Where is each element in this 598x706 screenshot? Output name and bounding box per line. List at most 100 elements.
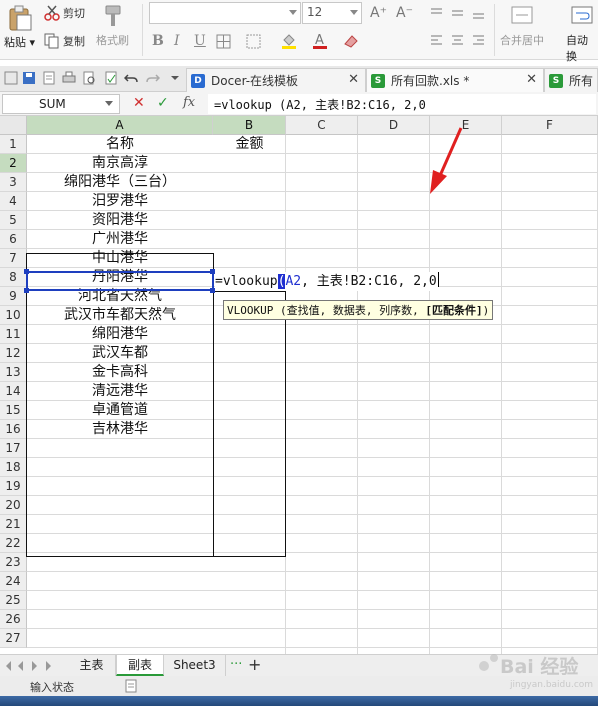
row-header[interactable]: 20 [0, 496, 27, 515]
sheet-tab-sub[interactable]: 副表 [116, 655, 164, 676]
close-icon[interactable]: ✕ [526, 72, 537, 87]
undo-icon[interactable] [124, 71, 138, 85]
cell-name[interactable]: 卓通管道 [27, 401, 213, 420]
cell-name[interactable]: 清远港华 [27, 382, 213, 401]
format-painter-button[interactable]: 格式刷 [96, 4, 129, 48]
grow-font-button[interactable]: A⁺ [370, 5, 387, 21]
bold-button[interactable]: B [152, 33, 164, 49]
row-header[interactable]: 15 [0, 401, 27, 420]
row-header[interactable]: 1 [0, 135, 27, 154]
copy-button[interactable]: 复制 [44, 33, 85, 49]
cell-name[interactable]: 吉林港华 [27, 420, 213, 439]
row-header[interactable]: 14 [0, 382, 27, 401]
tab-spreadsheet-active[interactable]: S 所有回款.xls * ✕ [366, 68, 544, 92]
row-header[interactable]: 18 [0, 458, 27, 477]
font-name-select[interactable] [149, 2, 301, 24]
check-icon[interactable]: ✓ [157, 95, 169, 111]
select-all-corner[interactable] [0, 116, 27, 135]
row-header[interactable]: 22 [0, 534, 27, 553]
row-header[interactable]: 21 [0, 515, 27, 534]
name-box[interactable]: SUM [2, 94, 120, 114]
sheet-tab-sheet3[interactable]: Sheet3 [164, 655, 226, 676]
print-icon[interactable] [62, 71, 76, 85]
row-header[interactable]: 11 [0, 325, 27, 344]
vertical-align-icons[interactable] [430, 6, 490, 20]
italic-button[interactable]: I [174, 33, 180, 49]
chevron-down-icon[interactable] [168, 71, 182, 85]
tab-docer[interactable]: D Docer-在线模板 ✕ [186, 68, 366, 92]
cell-name[interactable]: 金卡高科 [27, 363, 213, 382]
row-header[interactable]: 10 [0, 306, 27, 325]
font-color-icon[interactable]: A [311, 32, 329, 50]
next-sheet-icon[interactable] [32, 661, 37, 671]
macro-icon[interactable] [124, 679, 138, 693]
cell-name[interactable]: 中山港华 [27, 249, 213, 268]
cell-name[interactable]: 南京高淳 [27, 154, 213, 173]
row-header[interactable]: 9 [0, 287, 27, 306]
app-menu-icon[interactable] [4, 71, 18, 85]
cell-name[interactable]: 绵阳港华（三台） [27, 173, 213, 192]
row-header[interactable]: 19 [0, 477, 27, 496]
paste-button[interactable]: 粘贴 ▾ [4, 4, 35, 50]
merge-cells-icon[interactable] [246, 34, 262, 50]
redo-icon[interactable] [146, 71, 160, 85]
insert-function-button[interactable]: fx [183, 95, 195, 110]
formula-input[interactable]: =vlookup (A2, 主表!B2:C16, 2,0 [208, 94, 596, 114]
borders-icon[interactable] [216, 34, 232, 50]
more-sheets-icon[interactable]: ··· [230, 657, 242, 672]
row-header[interactable]: 12 [0, 344, 27, 363]
wrap-text-button[interactable]: 自动换 [566, 4, 598, 64]
row-header[interactable]: 26 [0, 610, 27, 629]
cell-name[interactable]: 资阳港华 [27, 211, 213, 230]
row-header[interactable]: 8 [0, 268, 27, 287]
spreadsheet-grid[interactable]: ABCDEF 1 2 3 4 5 6 7 8 9 10 11 12 13 14 15 16 17 18 19 20 21… [0, 116, 598, 654]
clear-format-icon[interactable] [342, 32, 360, 50]
prev-sheet-icon[interactable] [18, 661, 23, 671]
selection-handle[interactable] [24, 269, 29, 274]
row-header[interactable]: 17 [0, 439, 27, 458]
merge-center-button[interactable]: 合并居中 [500, 4, 544, 48]
cell-b1-header[interactable]: 金额 [213, 135, 286, 154]
underline-button[interactable]: U [194, 33, 206, 49]
first-sheet-icon[interactable] [6, 661, 11, 671]
spell-check-icon[interactable] [104, 71, 118, 85]
cell-name[interactable]: 绵阳港华 [27, 325, 213, 344]
fill-color-icon[interactable] [280, 32, 298, 50]
cell-name[interactable]: 广州港华 [27, 230, 213, 249]
row-header[interactable]: 13 [0, 363, 27, 382]
row-header[interactable]: 6 [0, 230, 27, 249]
column-header-f[interactable]: F [502, 116, 598, 135]
print-preview-icon[interactable] [82, 71, 96, 85]
add-sheet-icon[interactable]: + [248, 655, 261, 674]
tab-spreadsheet-other[interactable]: S 所有 [544, 68, 598, 92]
cut-button[interactable]: 剪切 [44, 5, 85, 21]
close-icon[interactable]: ✕ [348, 72, 359, 87]
sheet-tab-main[interactable]: 主表 [68, 655, 116, 676]
row-header[interactable]: 3 [0, 173, 27, 192]
row-header[interactable]: 27 [0, 629, 27, 648]
shrink-font-button[interactable]: A⁻ [396, 5, 413, 21]
row-header[interactable]: 25 [0, 591, 27, 610]
font-size-select[interactable]: 12 [302, 2, 362, 24]
column-header-c[interactable]: C [286, 116, 358, 135]
column-header-d[interactable]: D [358, 116, 430, 135]
horizontal-align-icons[interactable] [430, 34, 490, 48]
column-header-b[interactable]: B [213, 116, 286, 135]
last-sheet-icon[interactable] [46, 661, 51, 671]
cancel-icon[interactable]: ✕ [133, 95, 145, 111]
row-header[interactable]: 23 [0, 553, 27, 572]
cell-name[interactable]: 武汉市车都天然气 [27, 306, 213, 325]
row-header[interactable]: 4 [0, 192, 27, 211]
cell-name[interactable]: 武汉车都 [27, 344, 213, 363]
chevron-down-icon[interactable] [105, 101, 113, 106]
save-icon[interactable] [22, 71, 36, 85]
cell-editor[interactable]: =vlookup(A2, 主表!B2:C16, 2,0 [215, 272, 439, 291]
selection-handle[interactable] [24, 288, 29, 293]
row-header[interactable]: 7 [0, 249, 27, 268]
row-header[interactable]: 5 [0, 211, 27, 230]
column-header-a[interactable]: A [27, 116, 213, 135]
cell-a1-header[interactable]: 名称 [27, 135, 213, 154]
row-header[interactable]: 24 [0, 572, 27, 591]
row-header[interactable]: 2 [0, 154, 27, 173]
row-header[interactable]: 16 [0, 420, 27, 439]
